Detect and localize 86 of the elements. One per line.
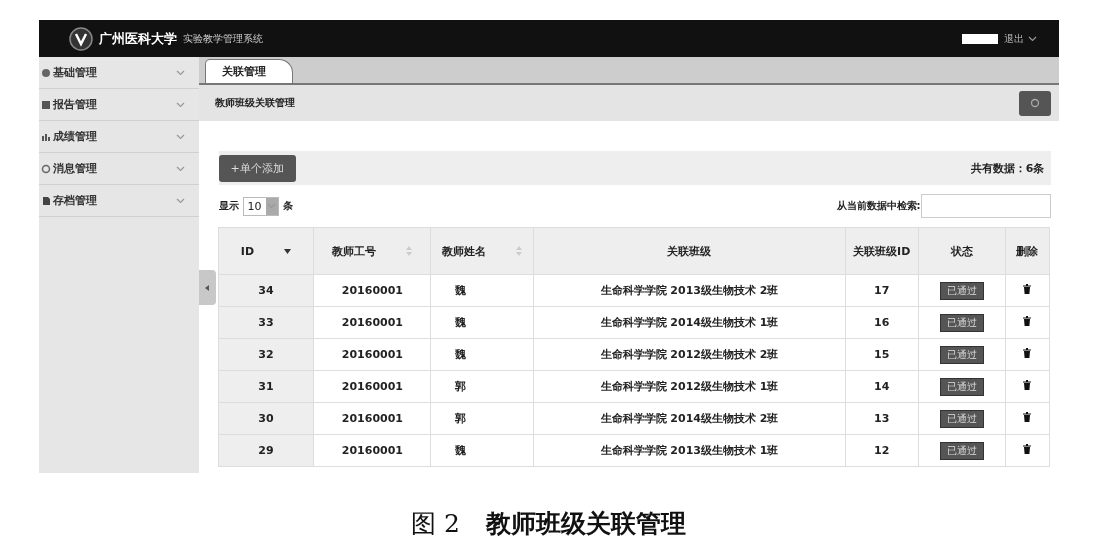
trash-icon[interactable] [1023, 412, 1031, 422]
total-count: 共有数据：6条 [970, 160, 1045, 176]
chevron-icon [175, 197, 185, 204]
table-cell: 生命科学学院 2012级生物技术 2班 [533, 338, 846, 371]
page-size-select[interactable]: 10 [242, 196, 279, 216]
figure-number: 图 2 [411, 508, 460, 540]
table-cell-text: 魏 [454, 315, 468, 330]
refresh-icon [1029, 98, 1040, 108]
sidebar-item[interactable]: 基础管理 [38, 57, 199, 89]
column-header: 关联班级 [667, 243, 712, 259]
table-cell-text: 郭 [454, 379, 468, 394]
status-badge[interactable]: 已通过 [939, 377, 984, 396]
table-cell: 16 [845, 306, 919, 339]
table-cell: 生命科学学院 2013级生物技术 2班 [533, 274, 846, 307]
table-cell: 15 [845, 338, 919, 371]
column-header: 关联班级ID [853, 243, 911, 259]
table-cell-text: 魏 [454, 443, 468, 458]
table-cell: 20160001 [313, 402, 431, 435]
trash-icon[interactable] [1023, 348, 1031, 358]
tab[interactable]: 关联管理 [204, 59, 293, 83]
ring-icon [40, 163, 51, 174]
table-cell: 33 [218, 306, 314, 339]
search-field[interactable] [920, 194, 1051, 218]
status-badge[interactable]: 已通过 [939, 345, 984, 364]
dot-icon [40, 67, 51, 78]
trash-icon[interactable] [1023, 316, 1031, 326]
redacted-username [961, 33, 998, 44]
document-icon [40, 195, 51, 206]
refresh-button[interactable] [1018, 90, 1051, 116]
status-badge[interactable]: 已通过 [939, 281, 984, 300]
column-header[interactable]: 教师姓名 [442, 243, 487, 259]
unit-label: 条 [282, 199, 293, 213]
table-cell: 14 [845, 370, 919, 403]
table-cell-text: 魏 [454, 283, 468, 298]
table-cell: 34 [218, 274, 314, 307]
trash-icon[interactable] [1023, 284, 1031, 294]
bar-chart-icon [40, 131, 51, 142]
user-menu[interactable]: 退出 [1003, 31, 1037, 46]
table-cell-text: 郭 [454, 411, 468, 426]
status-badge[interactable]: 已通过 [939, 441, 984, 460]
sidebar-item[interactable]: 存档管理 [38, 185, 199, 217]
table-cell: 20160001 [313, 306, 431, 339]
add-button[interactable]: +单个添加 [218, 154, 296, 182]
table-cell: 31 [218, 370, 314, 403]
status-badge[interactable]: 已通过 [939, 409, 984, 428]
school-name: 广州医科大学 [98, 29, 177, 48]
table-cell: 20160001 [313, 274, 431, 307]
table-cell: 32 [218, 338, 314, 371]
table-cell: 12 [845, 434, 919, 467]
table-cell: 生命科学学院 2014级生物技术 1班 [533, 306, 846, 339]
square-icon [40, 99, 51, 110]
column-header: 删除 [1016, 243, 1038, 259]
chevron-icon [175, 165, 185, 172]
table-cell: 17 [845, 274, 919, 307]
table-cell: 30 [218, 402, 314, 435]
column-header[interactable]: 教师工号 [332, 243, 377, 259]
chevron-icon [1027, 35, 1037, 42]
figure-caption: 教师班级关联管理 [485, 508, 686, 540]
chevron-icon [175, 133, 185, 140]
sidebar-item[interactable]: 成绩管理 [38, 121, 199, 153]
chevron-icon [175, 69, 185, 76]
search-label: 从当前数据中检索: [836, 199, 921, 213]
panel-title: 教师班级关联管理 [214, 96, 296, 110]
show-label: 显示 [218, 199, 239, 213]
column-header[interactable]: ID [240, 244, 255, 258]
trash-icon[interactable] [1023, 444, 1031, 454]
table-cell: 29 [218, 434, 314, 467]
sort-down-icon[interactable] [284, 248, 292, 254]
table-cell: 13 [845, 402, 919, 435]
trash-icon[interactable] [1023, 380, 1031, 390]
system-name: 实验教学管理系统 [182, 31, 263, 46]
table-cell: 生命科学学院 2014级生物技术 2班 [533, 402, 846, 435]
table-cell: 20160001 [313, 370, 431, 403]
status-badge[interactable]: 已通过 [939, 313, 984, 332]
table-cell: 生命科学学院 2012级生物技术 1班 [533, 370, 846, 403]
table-cell: 20160001 [313, 434, 431, 467]
table-cell: 生命科学学院 2013级生物技术 1班 [533, 434, 846, 467]
column-header: 状态 [950, 243, 973, 259]
chevron-icon [267, 203, 276, 209]
sidebar-item[interactable]: 报告管理 [38, 89, 199, 121]
logo-icon [68, 26, 93, 51]
caret-left-icon [205, 284, 209, 291]
sidebar-item[interactable]: 消息管理 [38, 153, 199, 185]
chevron-icon [175, 101, 185, 108]
table-cell: 20160001 [313, 338, 431, 371]
table-cell-text: 魏 [454, 347, 468, 362]
